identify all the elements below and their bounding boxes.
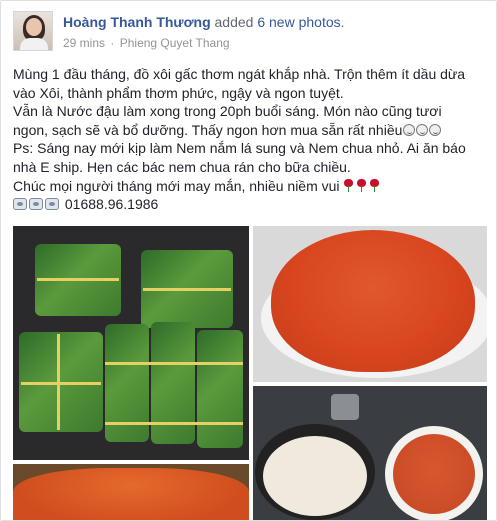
phone-line: 01688.96.1986 (13, 195, 488, 214)
post-line-5: Ps: Sáng nay mới kịp làm Nem nắm lá sung… (13, 140, 466, 157)
photo-grid (13, 226, 487, 520)
action-suffix: . (340, 14, 345, 30)
rose-icon (369, 178, 379, 192)
post-line-3: Vẫn là Nước đậu làm xong trong 20ph buổi… (13, 103, 442, 120)
author-avatar[interactable] (13, 11, 53, 51)
string-band (105, 362, 243, 365)
post-line-2: vào Xôi, thành phẩm thơm phức, ngậy và n… (13, 84, 344, 101)
telephone-icon (45, 198, 59, 211)
grinning-face-icon (429, 123, 442, 136)
post-line-7-row: Chúc mọi người tháng mới may mắn, nhiều … (13, 177, 488, 196)
action-text: added (214, 14, 254, 30)
string-band (21, 382, 101, 385)
feed-post: Hoàng Thanh Thương added 6 new photos. 2… (0, 0, 497, 521)
post-line-4-row: ngon, sạch sẽ và bổ dưỡng. Thấy ngon hơn… (13, 121, 488, 140)
telephone-icon (13, 198, 27, 211)
string-band (105, 422, 243, 425)
post-line-6: nhà E ship. Hẹn các bác nem chua rán cho… (13, 158, 351, 175)
photo-xoi-gac[interactable] (253, 226, 487, 382)
rose-icon (343, 178, 353, 192)
post-line-7: Chúc mọi người tháng mới may mắn, nhiều … (13, 177, 340, 194)
can (331, 394, 359, 420)
soy-milk (263, 436, 367, 516)
string-band (37, 278, 119, 281)
photos-count-link[interactable]: 6 new photos (257, 14, 340, 30)
photo-cooking[interactable] (253, 386, 487, 520)
rose-icon (356, 178, 366, 192)
post-body: Mùng 1 đầu tháng, đồ xôi gấc thơm ngát k… (13, 65, 488, 214)
leaf-package (151, 322, 195, 444)
avatar-face (26, 18, 42, 36)
post-line-4: ngon, sạch sẽ và bổ dưỡng. Thấy ngon hơn… (13, 121, 403, 138)
telephone-icon (29, 198, 43, 211)
xoi-closeup (13, 468, 249, 520)
xoi-gac-mound (271, 230, 475, 372)
post-title-line: Hoàng Thanh Thương added 6 new photos. (63, 13, 483, 31)
separator-dot: · (110, 36, 115, 50)
string-band (143, 288, 231, 291)
photo-xoi-closeup[interactable] (13, 464, 249, 520)
avatar-dress (20, 38, 48, 50)
location-link[interactable]: Phieng Quyet Thang (120, 36, 230, 50)
post-header: Hoàng Thanh Thương added 6 new photos. 2… (13, 11, 483, 53)
timestamp-link[interactable]: 29 mins (63, 36, 105, 50)
string-band (57, 334, 60, 430)
leaf-package (197, 330, 243, 448)
post-line-1: Mùng 1 đầu tháng, đồ xôi gấc thơm ngát k… (13, 66, 466, 82)
phone-number: 01688.96.1986 (64, 196, 159, 213)
author-name-link[interactable]: Hoàng Thanh Thương (63, 14, 211, 30)
post-subline: 29 mins · Phieng Quyet Thang (63, 35, 483, 51)
grinning-face-icon (416, 123, 429, 136)
post-meta: Hoàng Thanh Thương added 6 new photos. 2… (63, 13, 483, 51)
grinning-face-icon (403, 123, 416, 136)
nem-mixture (393, 434, 475, 514)
photo-wrapped-nem[interactable] (13, 226, 249, 460)
